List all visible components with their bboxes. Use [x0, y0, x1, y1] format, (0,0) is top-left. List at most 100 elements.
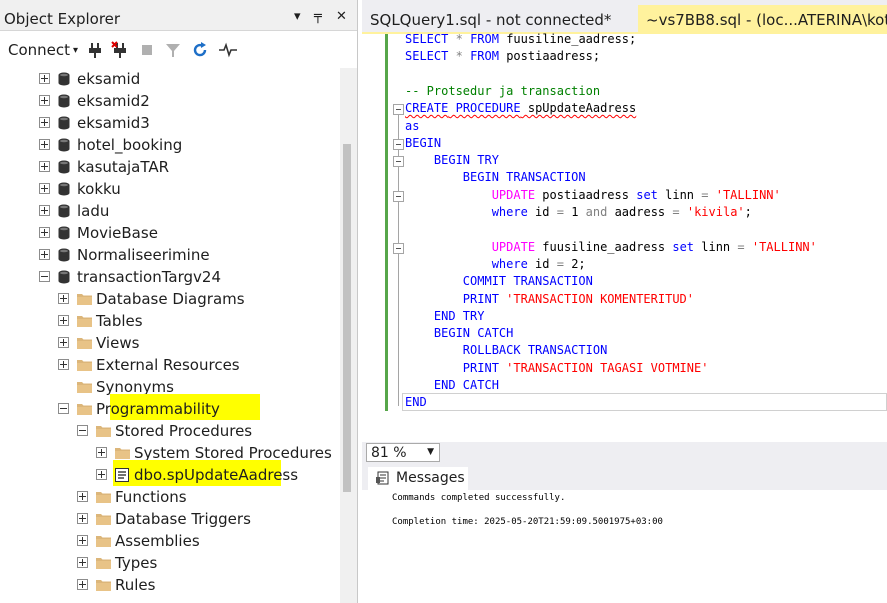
tree-node-kasutajatar[interactable]: kasutajaTAR [0, 156, 337, 178]
collapse-update-2-icon[interactable] [393, 242, 404, 254]
code-line[interactable]: SELECT * FROM fuusiline_aadress; [405, 31, 636, 48]
code-line[interactable]: CREATE PROCEDURE spUpdateAadress [405, 100, 636, 117]
expand-icon[interactable] [77, 579, 88, 590]
collapse-begin-icon[interactable] [393, 138, 404, 150]
expand-icon[interactable] [39, 227, 50, 238]
expand-icon[interactable] [39, 73, 50, 84]
collapse-icon[interactable] [58, 403, 69, 414]
expand-icon[interactable] [39, 205, 50, 216]
collapse-icon[interactable] [39, 271, 50, 282]
tree-node-kokku[interactable]: kokku [0, 178, 337, 200]
tree-node-external-resources[interactable]: External Resources [0, 354, 337, 376]
code-line[interactable]: where id = 1 and aadress = 'kivila'; [405, 204, 752, 221]
expand-icon[interactable] [39, 161, 50, 172]
tree-node-stored-procedures[interactable]: Stored Procedures [0, 420, 337, 442]
scrollbar-thumb[interactable] [343, 144, 351, 492]
connect-dropdown-icon[interactable]: ▾ [73, 45, 78, 56]
database-icon [58, 248, 70, 262]
tree-node-programmability[interactable]: Programmability [0, 394, 337, 420]
tree-node-label: kokku [77, 180, 121, 198]
tree-node-assemblies[interactable]: Assemblies [0, 530, 337, 552]
tree-node-functions[interactable]: Functions [0, 486, 337, 508]
tree-node-types[interactable]: Types [0, 552, 337, 574]
connect-plug-icon[interactable] [85, 40, 105, 60]
filter-icon[interactable] [163, 40, 183, 60]
collapse-begin-try-icon[interactable] [393, 156, 404, 168]
expand-icon[interactable] [96, 469, 107, 480]
code-token: = [701, 187, 709, 202]
code-line[interactable]: PRINT 'TRANSACTION KOMENTERITUD' [405, 291, 694, 308]
collapse-create-procedure-icon[interactable] [393, 104, 404, 116]
code-line[interactable]: END CATCH [405, 377, 499, 394]
disconnect-icon[interactable] [110, 40, 130, 60]
connect-button[interactable]: Connect ▾ [8, 41, 78, 59]
tree-node-database-triggers[interactable]: Database Triggers [0, 508, 337, 530]
expand-icon[interactable] [77, 557, 88, 568]
expand-icon[interactable] [96, 447, 107, 458]
tree-node-transactiontargv24[interactable]: transactionTargv24 [0, 266, 337, 288]
code-line[interactable]: END [405, 394, 427, 411]
tree-node-moviebase[interactable]: MovieBase [0, 222, 337, 244]
code-line[interactable]: where id = 2; [405, 256, 586, 273]
code-line[interactable]: BEGIN TRY [405, 152, 499, 169]
refresh-icon[interactable] [190, 40, 210, 60]
expand-icon[interactable] [39, 183, 50, 194]
code-line[interactable]: BEGIN TRANSACTION [405, 169, 586, 186]
code-line[interactable]: as [405, 118, 419, 135]
tab-sqlquery1[interactable]: SQLQuery1.sql - not connected* [362, 5, 638, 32]
code-line[interactable]: BEGIN [405, 135, 441, 152]
zoom-arrow-icon[interactable]: ▼ [427, 447, 434, 457]
code-line[interactable]: ROLLBACK TRANSACTION [405, 342, 608, 359]
code-line[interactable]: END TRY [405, 308, 485, 325]
expand-icon[interactable] [58, 359, 69, 370]
code-line[interactable]: PRINT 'TRANSACTION TAGASI VOTMINE' [405, 360, 709, 377]
tree-node-eksamid[interactable]: eksamid [0, 68, 337, 90]
tab-active-query[interactable]: ~vs7BB8.sql - (loc...ATERINA\kotik (6 [638, 5, 887, 32]
code-line[interactable]: -- Protsedur ja transaction [405, 83, 600, 100]
folder-icon [115, 448, 130, 459]
sql-editor[interactable]: SELECT * FROM fuusiline_aadress; SELECT *… [362, 31, 887, 442]
expand-icon[interactable] [58, 293, 69, 304]
tree-node-database-diagrams[interactable]: Database Diagrams [0, 288, 337, 310]
tree-node-tables[interactable]: Tables [0, 310, 337, 332]
window-position-icon[interactable]: ▾ [294, 9, 301, 24]
code-line[interactable]: UPDATE postiaadress set linn = 'TALLINN' [405, 187, 781, 204]
tree-node-ladu[interactable]: ladu [0, 200, 337, 222]
expand-icon[interactable] [77, 513, 88, 524]
database-icon [58, 204, 70, 218]
collapse-update-1-icon[interactable] [393, 190, 404, 202]
code-line[interactable]: SELECT * FROM postiaadress; [405, 48, 600, 65]
code-line[interactable]: COMMIT TRANSACTION [405, 273, 593, 290]
activity-monitor-icon[interactable] [218, 40, 238, 60]
tree-node-hotel-booking[interactable]: hotel_booking [0, 134, 337, 156]
tree-node-label: External Resources [96, 356, 240, 374]
close-icon[interactable]: ✕ [336, 9, 347, 24]
collapse-icon[interactable] [77, 425, 88, 436]
expand-icon[interactable] [39, 117, 50, 128]
code-token: id [527, 205, 557, 219]
expand-icon[interactable] [39, 139, 50, 150]
stop-icon[interactable] [137, 40, 157, 60]
code-line[interactable]: UPDATE fuusiline_aadress set linn = 'TAL… [405, 239, 817, 256]
code-token: linn [657, 187, 702, 202]
tree-node-views[interactable]: Views [0, 332, 337, 354]
tab-messages-label: Messages [396, 470, 465, 486]
pin-icon[interactable]: ╤ [314, 9, 322, 24]
tab-messages[interactable]: Messages [368, 467, 468, 490]
expand-icon[interactable] [39, 95, 50, 106]
expand-icon[interactable] [77, 535, 88, 546]
tree-node-eksamid2[interactable]: eksamid2 [0, 90, 337, 112]
tree-node-eksamid3[interactable]: eksamid3 [0, 112, 337, 134]
expand-icon[interactable] [58, 315, 69, 326]
tree-node-dbo-spupdateaadress[interactable]: dbo.spUpdateAadress [0, 460, 337, 486]
object-explorer-scrollbar[interactable] [340, 68, 357, 603]
zoom-dropdown[interactable]: 81 % ▼ [366, 443, 440, 462]
expand-icon[interactable] [39, 249, 50, 260]
expand-icon[interactable] [77, 491, 88, 502]
tree-node-rules[interactable]: Rules [0, 574, 337, 596]
tree-node-normaliseerimine[interactable]: Normaliseerimine [0, 244, 337, 266]
code-line[interactable]: BEGIN CATCH [405, 325, 513, 342]
expand-icon[interactable] [58, 337, 69, 348]
